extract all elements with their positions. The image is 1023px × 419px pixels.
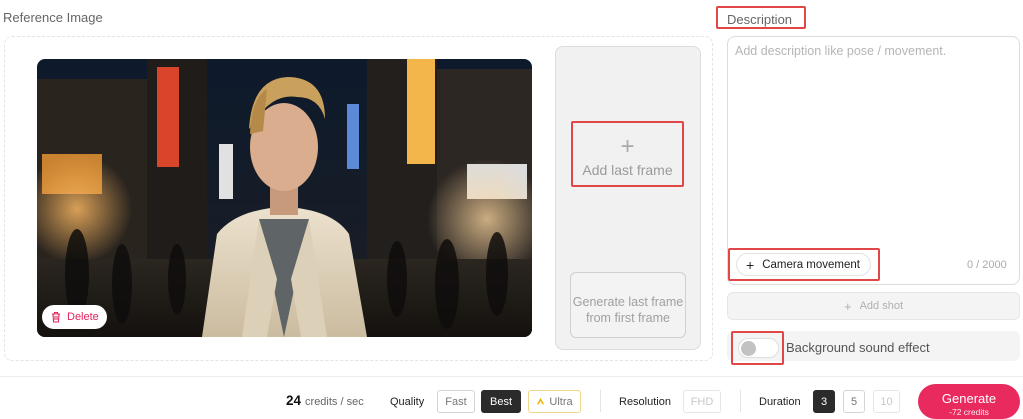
duration-label: Duration xyxy=(759,396,801,408)
plus-icon: + xyxy=(746,256,755,273)
credits-value: 24 xyxy=(286,393,302,408)
generate-button[interactable]: Generate -72 credits xyxy=(918,384,1020,419)
character-counter: 0 / 2000 xyxy=(967,259,1007,271)
generate-label: Generate xyxy=(941,390,997,406)
description-title: Description xyxy=(716,6,806,29)
camera-movement-button[interactable]: + Camera movement xyxy=(736,253,871,276)
reference-image-title: Reference Image xyxy=(3,10,103,25)
duration-5-chip[interactable]: 5 xyxy=(843,390,865,413)
reference-image[interactable] xyxy=(37,59,532,337)
footer-divider xyxy=(0,376,1023,377)
quality-best-chip[interactable]: Best xyxy=(481,390,521,413)
plus-icon: + xyxy=(620,133,635,160)
plus-icon: + xyxy=(843,298,852,314)
delete-label: Delete xyxy=(67,311,99,323)
add-shot-button[interactable]: + Add shot xyxy=(727,292,1020,320)
sound-effect-toggle-highlight xyxy=(731,331,784,365)
quality-label: Quality xyxy=(390,396,425,408)
add-shot-label: Add shot xyxy=(859,300,903,312)
footer-separator xyxy=(740,390,741,412)
quality-ultra-label: Ultra xyxy=(549,395,573,408)
sound-effect-toggle[interactable] xyxy=(738,338,779,358)
toggle-knob xyxy=(741,341,756,356)
reference-image-picture xyxy=(37,59,532,337)
camera-movement-label: Camera movement xyxy=(762,258,860,271)
video-generator-panel: Reference Image Delete + Add last frame … xyxy=(0,0,1023,419)
delete-image-button[interactable]: Delete xyxy=(42,305,107,329)
credits-unit: credits / sec xyxy=(305,396,364,408)
duration-10-chip[interactable]: 10 xyxy=(873,390,900,413)
add-last-frame-label: Add last frame xyxy=(582,162,673,178)
quality-ultra-chip[interactable]: Ultra xyxy=(528,390,581,413)
add-last-frame-button[interactable]: + Add last frame xyxy=(571,121,684,187)
duration-3-chip[interactable]: 3 xyxy=(813,390,835,413)
sound-effect-label: Background sound effect xyxy=(786,340,930,355)
resolution-label: Resolution xyxy=(619,396,671,408)
generate-last-frame-button[interactable]: Generate last frame from first frame xyxy=(570,272,686,338)
generate-cost: -72 credits xyxy=(949,406,989,417)
trash-icon xyxy=(52,311,60,323)
credits-rate: 24 credits / sec xyxy=(286,393,364,408)
description-input[interactable] xyxy=(735,44,1013,234)
footer-separator xyxy=(600,390,601,412)
quality-fast-chip[interactable]: Fast xyxy=(437,390,475,413)
camera-movement-highlight: + Camera movement xyxy=(728,248,880,281)
crown-icon xyxy=(537,397,545,405)
resolution-fhd-chip[interactable]: FHD xyxy=(683,390,721,413)
